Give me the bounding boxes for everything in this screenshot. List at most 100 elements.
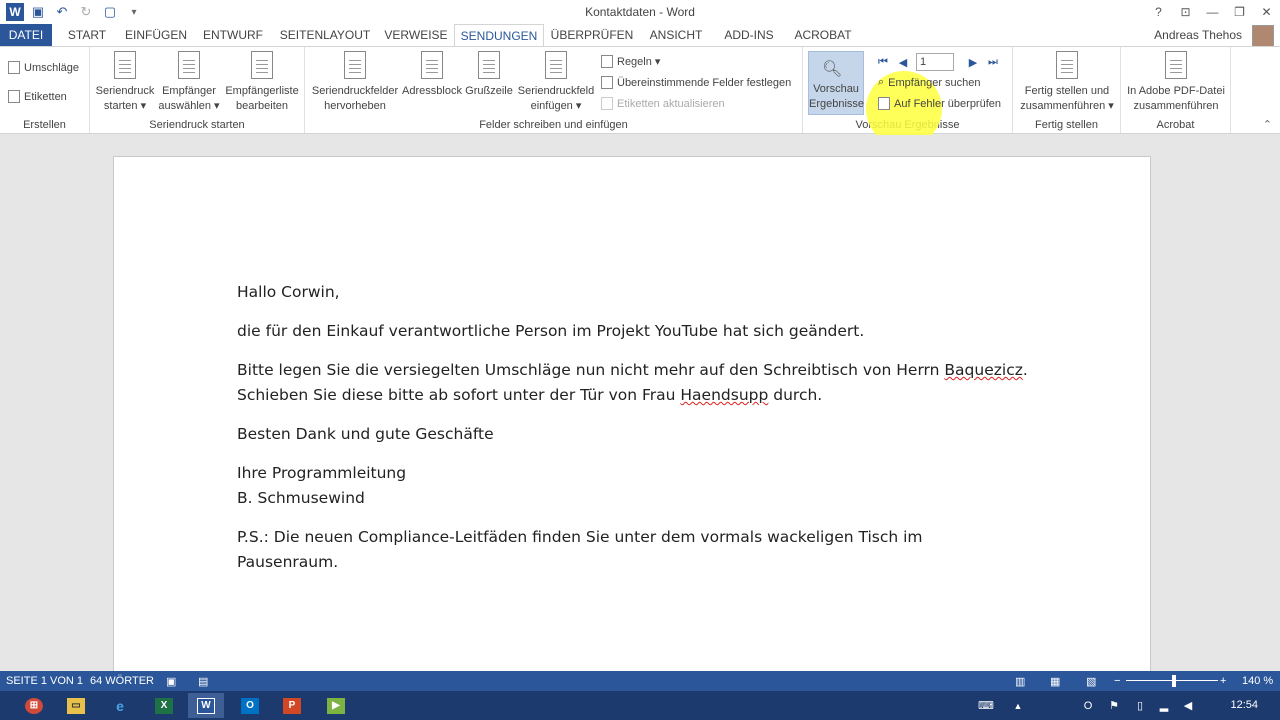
paragraph-1: die für den Einkauf verantwortliche Pers… (237, 322, 865, 340)
next-record-icon[interactable]: ▶ (966, 56, 980, 69)
etiketten-button[interactable]: Etiketten (8, 90, 67, 103)
regeln-button[interactable]: Regeln ▾ (601, 55, 660, 68)
seriendruckfeld-einfuegen-button[interactable]: Seriendruckfeld einfügen ▾ (515, 51, 597, 114)
keyboard-icon[interactable]: ⌨ (968, 693, 1004, 718)
read-mode-icon[interactable]: ▥ (1015, 675, 1025, 688)
group-erstellen: Umschläge Etiketten Erstellen (0, 47, 90, 133)
spelling-error[interactable]: Haendsupp (680, 386, 768, 404)
document-area: Hallo Corwin, die für den Einkauf verant… (0, 135, 1280, 676)
group-felder-schreiben: Seriendruckfelder hervorheben Adressbloc… (305, 47, 803, 133)
page-count[interactable]: SEITE 1 VON 1 (6, 675, 83, 687)
postscript-line-1: P.S.: Die neuen Compliance-Leitfäden fin… (237, 528, 923, 546)
tab-seitenlayout[interactable]: SEITENLAYOUT (278, 24, 372, 46)
preview-magnifier-icon: 🔍︎ (822, 61, 843, 78)
user-name[interactable]: Andreas Thehos (1154, 28, 1242, 42)
rules-icon (601, 55, 613, 68)
avatar[interactable] (1252, 25, 1274, 47)
record-navigation: ⏮ ◀ 1 ▶ ⏭ (876, 53, 1000, 71)
update-labels-icon (601, 97, 613, 110)
umschlaege-button[interactable]: Umschläge (8, 61, 79, 74)
tab-start[interactable]: START (58, 24, 116, 46)
seriendruckfelder-hervorheben-button[interactable]: Seriendruckfelder hervorheben (309, 51, 401, 114)
seriendruck-starten-button[interactable]: Seriendruck starten ▾ (94, 51, 156, 114)
project-icon[interactable]: ▶ (318, 693, 354, 718)
internet-explorer-icon[interactable]: e (102, 693, 138, 718)
recipients-icon (178, 51, 200, 79)
tab-verweise[interactable]: VERWEISE (382, 24, 450, 46)
search-icon: ⌕ (878, 76, 885, 88)
paragraph-2-line-1: Bitte legen Sie die versiegelten Umschlä… (237, 361, 1028, 379)
spelling-error[interactable]: Baquezicz (944, 361, 1022, 379)
help-button[interactable]: ? (1145, 0, 1172, 24)
minimize-button[interactable]: — (1199, 0, 1226, 24)
close-button[interactable]: ✕ (1253, 0, 1280, 24)
outlook-icon[interactable]: O (232, 693, 268, 718)
word-taskbar-icon[interactable]: W (188, 693, 224, 718)
group-fertig-stellen: Fertig stellen und zusammenführen ▾ Fert… (1013, 47, 1121, 133)
window-title: Kontaktdaten - Word (585, 5, 695, 19)
taskbar: ⊞ ▭ e X W O P ▶ ⌨ ▲ O ⚑ ▯ ▂ ◀ 12:54 (0, 691, 1280, 720)
zoom-in-icon[interactable]: + (1220, 675, 1226, 687)
empfaenger-auswaehlen-button[interactable]: Empfänger auswählen ▾ (158, 51, 220, 114)
paragraph-2-line-2: Schieben Sie diese bitte ab sofort unter… (237, 386, 823, 404)
status-bar: SEITE 1 VON 1 64 WÖRTER ▣ ▤ ▥ ▦ ▧ − + 14… (0, 671, 1280, 691)
tab-datei[interactable]: DATEI (0, 24, 52, 46)
volume-icon[interactable]: ◀ (1170, 693, 1206, 718)
fehler-pruefen-button[interactable]: Auf Fehler überprüfen (878, 97, 1001, 110)
show-hidden-icons[interactable]: ▲ (1000, 693, 1036, 718)
check-errors-icon (878, 97, 890, 110)
adobe-pdf-merge-button[interactable]: In Adobe PDF-Datei zusammenführen (1125, 51, 1227, 114)
powerpoint-icon[interactable]: P (274, 693, 310, 718)
pdf-icon (1165, 51, 1187, 79)
tab-ansicht[interactable]: ANSICHT (642, 24, 710, 46)
tab-add-ins[interactable]: ADD-INS (718, 24, 780, 46)
edit-list-icon (251, 51, 273, 79)
greeting-line: Hallo Corwin, (237, 283, 340, 301)
ribbon-tabs: DATEI START EINFÜGEN ENTWURF SEITENLAYOU… (0, 24, 1280, 47)
tab-entwurf[interactable]: ENTWURF (198, 24, 268, 46)
empfaenger-suchen-button[interactable]: ⌕ Empfänger suchen (878, 76, 981, 89)
zoom-slider-handle[interactable] (1172, 675, 1176, 687)
fertig-stellen-button[interactable]: Fertig stellen und zusammenführen ▾ (1017, 51, 1117, 114)
grusszeile-button[interactable]: Grußzeile (463, 51, 515, 99)
group-seriendruck-starten: Seriendruck starten ▾ Empfänger auswähle… (90, 47, 305, 133)
macro-icon[interactable]: ▤ (198, 675, 208, 688)
greeting-line-icon (478, 51, 500, 79)
first-record-icon[interactable]: ⏮ (876, 56, 890, 69)
tab-sendungen[interactable]: SENDUNGEN (454, 24, 544, 47)
last-record-icon[interactable]: ⏭ (986, 56, 1000, 69)
start-icon[interactable]: ⊞ (16, 693, 52, 718)
excel-icon[interactable]: X (146, 693, 182, 718)
explorer-icon[interactable]: ▭ (58, 693, 94, 718)
label-icon (8, 90, 20, 103)
title-bar: W ▣ ↶ ↻ ▢ ▾ Kontaktdaten - Word ? ⊡ — ❐ … (0, 0, 1280, 24)
proofing-icon[interactable]: ▣ (166, 675, 176, 688)
document-page[interactable]: Hallo Corwin, die für den Einkauf verant… (113, 156, 1151, 676)
tab-acrobat[interactable]: ACROBAT (788, 24, 858, 46)
match-fields-icon (601, 76, 613, 89)
envelope-icon (8, 61, 20, 74)
web-layout-icon[interactable]: ▧ (1086, 675, 1096, 688)
finish-merge-icon (1056, 51, 1078, 79)
restore-button[interactable]: ❐ (1226, 0, 1253, 24)
ribbon-options-button[interactable]: ⊡ (1172, 0, 1199, 24)
tab-ueberpruefen[interactable]: ÜBERPRÜFEN (550, 24, 634, 46)
felder-festlegen-button[interactable]: Übereinstimmende Felder festlegen (601, 76, 791, 89)
group-acrobat: In Adobe PDF-Datei zusammenführen Acroba… (1121, 47, 1231, 133)
adressblock-button[interactable]: Adressblock (401, 51, 463, 99)
empfaengerliste-bearbeiten-button[interactable]: Empfängerliste bearbeiten (222, 51, 302, 114)
paragraph-3: Besten Dank und gute Geschäfte (237, 425, 494, 443)
zoom-out-icon[interactable]: − (1114, 675, 1120, 687)
zoom-level[interactable]: 140 % (1242, 675, 1273, 687)
word-count[interactable]: 64 WÖRTER (90, 675, 154, 687)
etiketten-aktualisieren-button[interactable]: Etiketten aktualisieren (601, 97, 725, 110)
group-label: Seriendruck starten (149, 119, 245, 131)
record-number-input[interactable]: 1 (916, 53, 954, 71)
print-layout-icon[interactable]: ▦ (1050, 675, 1060, 688)
document-icon (114, 51, 136, 79)
collapse-ribbon-icon[interactable]: ⌃ (1263, 118, 1272, 131)
previous-record-icon[interactable]: ◀ (896, 56, 910, 69)
clock[interactable]: 12:54 (1230, 699, 1258, 711)
signature-line-2: B. Schmusewind (237, 489, 365, 507)
tab-einfuegen[interactable]: EINFÜGEN (122, 24, 190, 46)
